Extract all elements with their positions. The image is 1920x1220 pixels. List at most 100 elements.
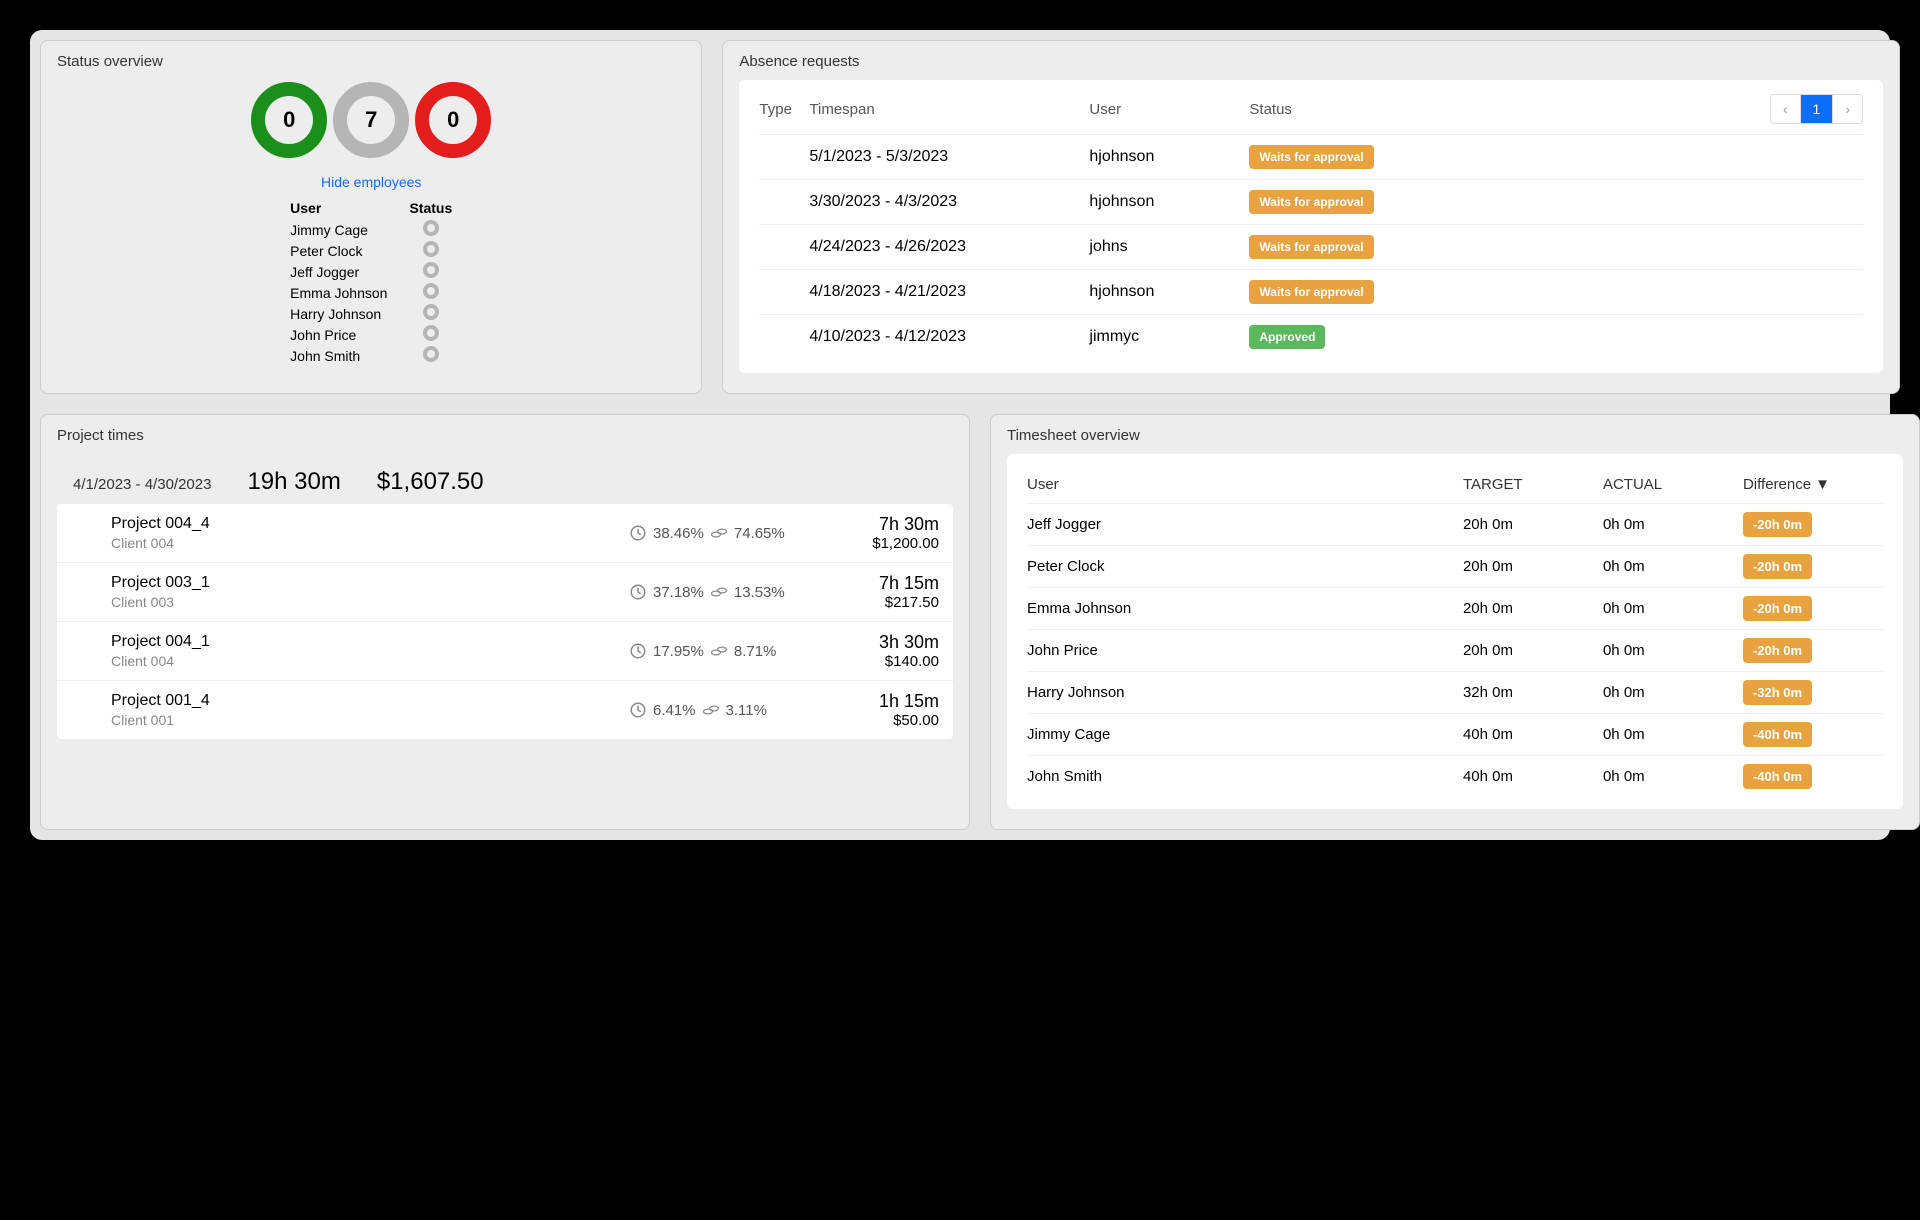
absence-pager: ‹ 1 ›	[1770, 94, 1863, 124]
status-dot-icon	[423, 241, 439, 257]
pager-next[interactable]: ›	[1832, 95, 1862, 123]
project-time-pct: 37.18%	[653, 584, 704, 601]
timesheet-col-difference[interactable]: Difference ▼	[1743, 476, 1883, 493]
project-amount: $1,200.00	[819, 535, 939, 552]
status-dot-icon	[423, 283, 439, 299]
timesheet-actual: 0h 0m	[1603, 642, 1743, 659]
absence-row[interactable]: 4/10/2023 - 4/12/2023 jimmyc Approved	[759, 314, 1863, 359]
status-dot-icon	[423, 262, 439, 278]
absence-col-status: Status	[1249, 101, 1449, 118]
timesheet-user: John Price	[1027, 642, 1463, 659]
employee-col-user: User	[280, 200, 397, 218]
status-overview-title: Status overview	[57, 53, 685, 70]
absence-row[interactable]: 3/30/2023 - 4/3/2023 hjohnson Waits for …	[759, 179, 1863, 224]
timesheet-title: Timesheet overview	[1007, 427, 1903, 444]
absence-col-timespan: Timespan	[809, 101, 1089, 118]
project-time: 1h 15m	[819, 691, 939, 712]
employee-name: Emma Johnson	[280, 283, 397, 302]
absence-status-badge: Waits for approval	[1249, 190, 1373, 214]
hide-employees-link[interactable]: Hide employees	[57, 174, 685, 190]
employee-name: Harry Johnson	[280, 304, 397, 323]
pager-prev[interactable]: ‹	[1771, 95, 1800, 123]
project-row[interactable]: Project 003_1 Client 003 37.18% 13.53% 7…	[57, 563, 953, 622]
employee-row: Emma Johnson	[280, 283, 462, 302]
absence-row[interactable]: 4/24/2023 - 4/26/2023 johns Waits for ap…	[759, 224, 1863, 269]
timesheet-col-user: User	[1027, 476, 1463, 493]
timesheet-diff-badge: -20h 0m	[1743, 512, 1812, 537]
absence-user: johns	[1089, 238, 1249, 256]
employee-name: Jimmy Cage	[280, 220, 397, 239]
absence-user: hjohnson	[1089, 148, 1249, 166]
employee-name: Peter Clock	[280, 241, 397, 260]
timesheet-target: 20h 0m	[1463, 516, 1603, 533]
sort-desc-icon: ▼	[1815, 476, 1830, 493]
project-times-summary: 4/1/2023 - 4/30/2023 19h 30m $1,607.50	[57, 454, 953, 504]
absence-user: jimmyc	[1089, 328, 1249, 346]
project-money-pct: 3.11%	[726, 702, 767, 719]
project-money-pct: 13.53%	[734, 584, 785, 601]
employee-row: John Price	[280, 325, 462, 344]
project-row[interactable]: Project 004_1 Client 004 17.95% 8.71% 3h…	[57, 622, 953, 681]
absence-col-type: Type	[759, 101, 809, 118]
absence-requests-panel: Absence requests Type Timespan User Stat…	[722, 40, 1900, 394]
project-client: Client 004	[111, 653, 629, 669]
project-money-pct: 8.71%	[734, 643, 777, 660]
project-times-total-amount: $1,607.50	[377, 468, 484, 496]
timesheet-diff-badge: -40h 0m	[1743, 722, 1812, 747]
project-name: Project 001_4	[111, 692, 629, 710]
absence-header: Type Timespan User Status ‹ 1 ›	[759, 94, 1863, 124]
employee-name: John Smith	[280, 346, 397, 365]
project-time-pct: 38.46%	[653, 525, 704, 542]
timesheet-row: John Smith 40h 0m 0h 0m -40h 0m	[1027, 756, 1883, 797]
project-percents: 37.18% 13.53%	[629, 583, 819, 601]
timesheet-target: 20h 0m	[1463, 558, 1603, 575]
absence-status-badge: Approved	[1249, 325, 1325, 349]
status-ring-gray: 7	[333, 82, 409, 158]
project-name: Project 004_4	[111, 515, 629, 533]
project-times-range: 4/1/2023 - 4/30/2023	[73, 476, 211, 493]
absence-row[interactable]: 4/18/2023 - 4/21/2023 hjohnson Waits for…	[759, 269, 1863, 314]
timesheet-row: Emma Johnson 20h 0m 0h 0m -20h 0m	[1027, 588, 1883, 630]
timesheet-user: Peter Clock	[1027, 558, 1463, 575]
project-times-total-time: 19h 30m	[247, 468, 340, 496]
project-time-pct: 6.41%	[653, 702, 696, 719]
project-client: Client 003	[111, 594, 629, 610]
timesheet-diff-badge: -20h 0m	[1743, 554, 1812, 579]
timesheet-target: 32h 0m	[1463, 684, 1603, 701]
timesheet-actual: 0h 0m	[1603, 516, 1743, 533]
timesheet-target: 40h 0m	[1463, 726, 1603, 743]
absence-timespan: 4/24/2023 - 4/26/2023	[809, 238, 1089, 256]
absence-status-badge: Waits for approval	[1249, 280, 1373, 304]
timesheet-row: Peter Clock 20h 0m 0h 0m -20h 0m	[1027, 546, 1883, 588]
timesheet-user: Emma Johnson	[1027, 600, 1463, 617]
project-name: Project 003_1	[111, 574, 629, 592]
timesheet-diff-badge: -20h 0m	[1743, 638, 1812, 663]
timesheet-actual: 0h 0m	[1603, 600, 1743, 617]
timesheet-col-target: TARGET	[1463, 476, 1603, 493]
clock-icon	[629, 583, 647, 601]
absence-status-badge: Waits for approval	[1249, 235, 1373, 259]
employee-col-status: Status	[399, 200, 462, 218]
timesheet-target: 40h 0m	[1463, 768, 1603, 785]
timesheet-panel: Timesheet overview User TARGET ACTUAL Di…	[990, 414, 1920, 830]
project-times-title: Project times	[57, 427, 953, 444]
money-icon	[710, 583, 728, 601]
project-percents: 17.95% 8.71%	[629, 642, 819, 660]
money-icon	[702, 701, 720, 719]
timesheet-actual: 0h 0m	[1603, 726, 1743, 743]
clock-icon	[629, 524, 647, 542]
project-time: 7h 30m	[819, 514, 939, 535]
status-dot-icon	[423, 304, 439, 320]
timesheet-actual: 0h 0m	[1603, 558, 1743, 575]
absence-timespan: 3/30/2023 - 4/3/2023	[809, 193, 1089, 211]
employee-status	[399, 241, 462, 260]
project-times-panel: Project times 4/1/2023 - 4/30/2023 19h 3…	[40, 414, 970, 830]
employee-row: Harry Johnson	[280, 304, 462, 323]
project-row[interactable]: Project 004_4 Client 004 38.46% 74.65% 7…	[57, 504, 953, 563]
pager-page-1[interactable]: 1	[1800, 95, 1833, 123]
absence-row[interactable]: 5/1/2023 - 5/3/2023 hjohnson Waits for a…	[759, 134, 1863, 179]
employee-row: Jimmy Cage	[280, 220, 462, 239]
project-row[interactable]: Project 001_4 Client 001 6.41% 3.11% 1h …	[57, 681, 953, 739]
status-dot-icon	[423, 325, 439, 341]
employee-row: Peter Clock	[280, 241, 462, 260]
